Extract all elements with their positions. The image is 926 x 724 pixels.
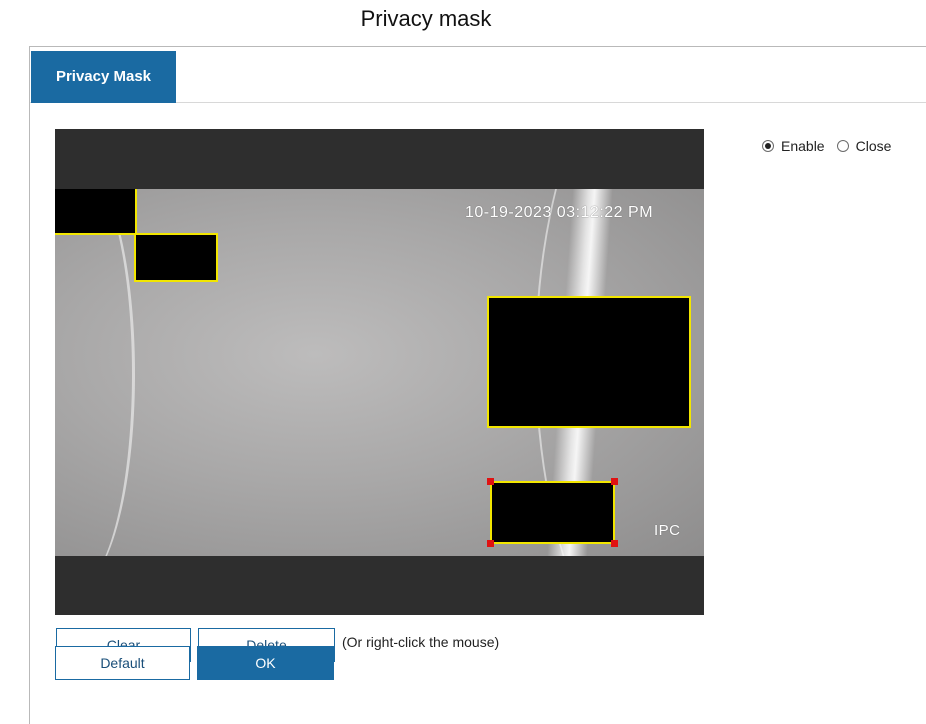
ok-button[interactable]: OK — [197, 646, 334, 680]
delete-hint: (Or right-click the mouse) — [342, 634, 500, 650]
mask-mode-radio-group: Enable Close — [762, 138, 903, 154]
privacy-mask-area-2[interactable] — [134, 233, 218, 282]
default-button[interactable]: Default — [55, 646, 190, 680]
lens-edge — [55, 189, 135, 556]
privacy-mask-area-1[interactable] — [55, 189, 137, 235]
osd-timestamp: 10-19-2023 03:12:22 PM — [465, 204, 654, 221]
privacy-mask-panel: Privacy Mask 10-19-2023 03:12:22 PM IPC … — [29, 46, 926, 724]
video-preview[interactable]: 10-19-2023 03:12:22 PM IPC — [55, 129, 704, 615]
figure-caption: Privacy mask — [360, 6, 492, 31]
resize-handle-bottom-left[interactable] — [487, 540, 494, 547]
radio-enable-label: Enable — [781, 138, 825, 154]
resize-handle-top-left[interactable] — [487, 478, 494, 485]
osd-camera-name: IPC — [654, 522, 681, 539]
radio-close-icon[interactable] — [836, 140, 849, 152]
radio-close[interactable]: Close — [836, 138, 892, 154]
radio-enable-icon[interactable] — [762, 140, 774, 152]
tab-privacy-mask[interactable]: Privacy Mask — [31, 51, 176, 103]
privacy-mask-area-4-selected[interactable] — [487, 478, 618, 547]
camera-image: 10-19-2023 03:12:22 PM IPC — [55, 189, 704, 556]
resize-handle-bottom-right[interactable] — [611, 540, 618, 547]
privacy-mask-area-3[interactable] — [487, 296, 691, 428]
resize-handle-top-right[interactable] — [611, 478, 618, 485]
radio-enable[interactable]: Enable — [762, 138, 825, 154]
radio-close-label: Close — [855, 138, 892, 154]
tab-bar: Privacy Mask — [30, 47, 926, 103]
